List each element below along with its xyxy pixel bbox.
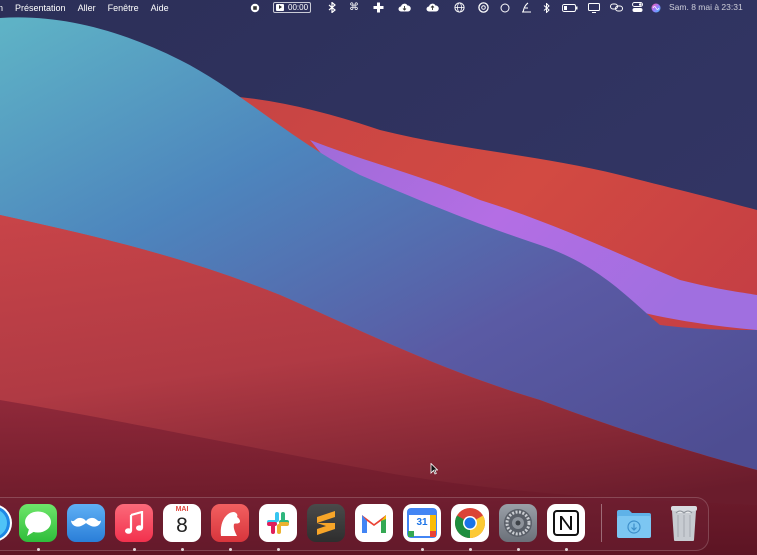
google-calendar-day: 31 (416, 517, 428, 528)
dock-app-slack[interactable] (259, 504, 297, 542)
music-note-icon (125, 511, 144, 534)
running-indicator (181, 548, 184, 551)
running-indicator (37, 548, 40, 551)
menu-item-aller[interactable]: Aller (78, 3, 96, 13)
dock-app-calendar[interactable]: MAI 8 (163, 504, 201, 542)
dock-app-mustache[interactable] (67, 504, 105, 542)
speech-bubble-icon (25, 511, 51, 536)
running-indicator (469, 548, 472, 551)
menu-bar: n Présentation Aller Fenêtre Aide (0, 0, 757, 15)
dock-app-system-preferences[interactable] (499, 504, 537, 542)
bear-icon (220, 512, 241, 536)
running-indicator (565, 548, 568, 551)
app-menus: n Présentation Aller Fenêtre Aide (0, 0, 181, 15)
sublime-icon (317, 511, 335, 535)
mustache-icon (71, 517, 101, 527)
dock-app-messages[interactable] (19, 504, 57, 542)
running-indicator (421, 548, 424, 551)
dock-stack-downloads[interactable] (615, 504, 653, 542)
menu-item-fenetre[interactable]: Fenêtre (108, 3, 139, 13)
calendar-month: MAI (175, 506, 189, 513)
dock-app-music[interactable] (115, 504, 153, 542)
dock-trash[interactable] (665, 504, 703, 542)
chrome-icon (454, 508, 486, 538)
gmail-icon (362, 515, 386, 533)
menu-item-presentation[interactable]: Présentation (15, 3, 66, 13)
dock-divider (601, 504, 602, 542)
menu-item-aide[interactable]: Aide (151, 3, 169, 13)
menu-item-app[interactable]: n (0, 3, 3, 13)
running-indicator (229, 548, 232, 551)
dock-app-bear[interactable] (211, 504, 249, 542)
desktop-wallpaper (0, 0, 757, 555)
gear-icon (504, 509, 532, 537)
mouse-cursor-icon (430, 463, 438, 475)
slack-icon (267, 512, 289, 534)
dock-app-google-calendar[interactable]: 31 (403, 504, 441, 542)
running-indicator (277, 548, 280, 551)
running-indicator (133, 548, 136, 551)
dock-app-chrome[interactable] (451, 504, 489, 542)
dock-app-sublime-text[interactable] (307, 504, 345, 542)
calendar-day: 8 (176, 514, 188, 537)
downloads-folder-icon (617, 510, 651, 538)
notion-icon (553, 510, 579, 536)
running-indicator (517, 548, 520, 551)
dock-app-gmail[interactable] (355, 504, 393, 542)
dock-app-notion[interactable] (547, 504, 585, 542)
trash-icon (671, 506, 697, 541)
